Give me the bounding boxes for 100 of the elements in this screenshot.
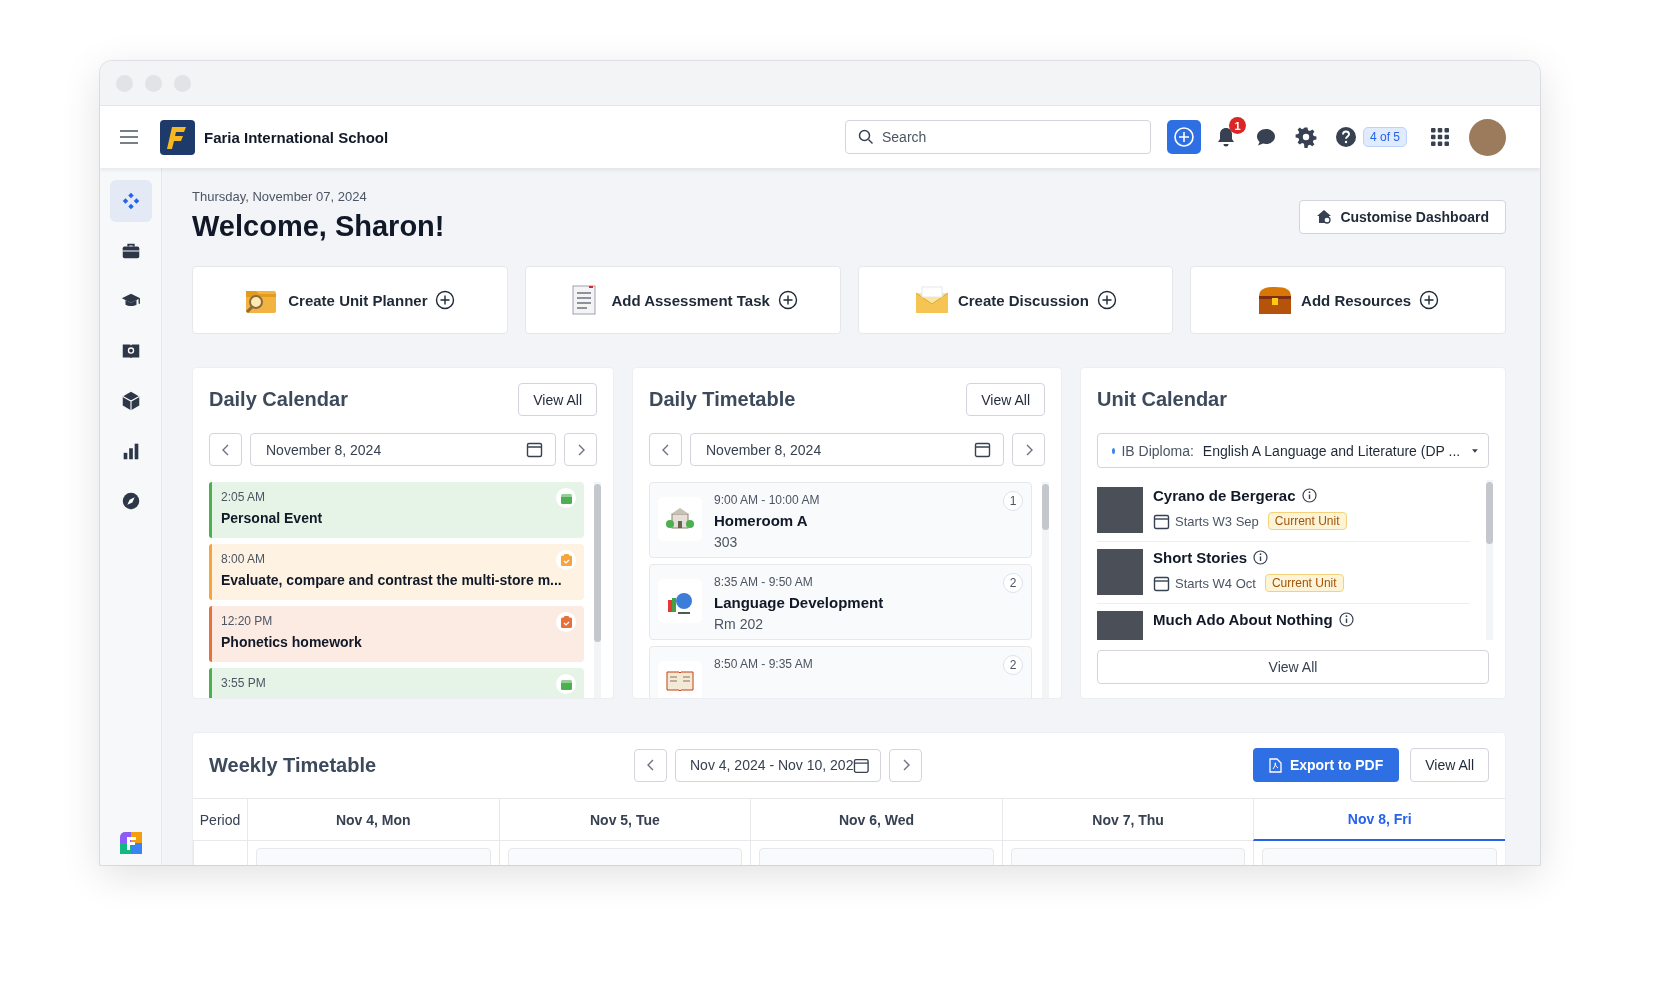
quick-action-card[interactable]: Add Assessment Task: [524, 266, 841, 334]
class-room: Rm 202: [714, 616, 765, 632]
event-time: 3:55 PM: [221, 676, 266, 690]
unit-item[interactable]: Cyrano de Bergerac Starts W3 Sep Current Unit: [1097, 480, 1470, 542]
column-header: Period: [193, 799, 247, 841]
date-range-field[interactable]: Nov 4, 2024 - Nov 10, 202: [675, 748, 881, 782]
calendar-icon: [526, 441, 543, 458]
quick-action-card[interactable]: Create Discussion: [857, 266, 1174, 334]
view-all-button[interactable]: View All: [1410, 748, 1489, 782]
column-header[interactable]: Nov 6, Wed: [750, 799, 1002, 841]
info-icon[interactable]: [1301, 488, 1317, 503]
course-dropdown[interactable]: IB Diploma: English A Language and Literature (DP ...: [1097, 433, 1489, 468]
chat-icon[interactable]: [1254, 126, 1277, 148]
school-logo-icon: [160, 119, 195, 155]
period-number: 2: [1003, 573, 1023, 593]
plus-circle-icon: [1172, 126, 1195, 148]
scrollbar[interactable]: [594, 482, 601, 698]
class-time: 8:50 AM - 9:35 AM: [714, 657, 813, 671]
date-field[interactable]: November 8, 2024: [250, 433, 556, 466]
help-progress-badge[interactable]: 4 of 5: [1362, 127, 1407, 147]
view-all-button[interactable]: View All: [966, 383, 1045, 416]
calendar-icon: [853, 756, 870, 774]
event-time: 12:20 PM: [221, 614, 273, 628]
unit-title: Cyrano de Bergerac: [1153, 487, 1296, 504]
class-time: 9:00 AM - 10:00 AM: [714, 493, 820, 507]
event-time: 2:05 AM: [221, 490, 266, 504]
quick-action-card[interactable]: Create Unit Planner: [192, 266, 508, 334]
search-field[interactable]: Search: [844, 120, 1151, 154]
calendar-icon: [560, 492, 572, 504]
calendar-icon: [974, 441, 991, 458]
panel-title: Unit Calendar: [1097, 388, 1228, 411]
app-logo-icon[interactable]: [119, 832, 142, 854]
add-circle-icon: [777, 290, 798, 310]
event-time: 8:00 AM: [221, 552, 266, 566]
calendar-event[interactable]: 3:55 PM: [209, 668, 584, 698]
period-number: 1: [1003, 491, 1023, 511]
column-header[interactable]: Nov 5, Tue: [498, 799, 751, 841]
school-name: Faria International School: [204, 128, 389, 146]
customise-dashboard-button[interactable]: Customise Dashboard: [1299, 200, 1506, 234]
event-title: Personal Event: [221, 510, 324, 526]
photo-placeholder: [1097, 487, 1143, 533]
date-value: November 8, 2024: [706, 441, 822, 458]
column-header[interactable]: Nov 8, Fri: [1253, 799, 1505, 841]
add-button[interactable]: [1166, 120, 1201, 154]
class-time: 8:35 AM - 9:50 AM: [714, 575, 814, 589]
info-icon[interactable]: [1253, 550, 1269, 565]
help-icon[interactable]: [1334, 126, 1357, 148]
panel-title: Daily Timetable: [649, 388, 796, 411]
scrollbar[interactable]: [1486, 480, 1493, 640]
unit-start: Starts W4 Oct: [1175, 575, 1256, 591]
calendar-icon: [1153, 574, 1170, 592]
class-name: Homeroom A: [714, 512, 809, 529]
calendar-icon: [1153, 512, 1170, 530]
notification-badge: 1: [1228, 117, 1246, 134]
column-header[interactable]: Nov 7, Thu: [1001, 799, 1254, 841]
caret-icon: [1472, 447, 1478, 454]
calendar-icon: [560, 678, 572, 690]
user-avatar[interactable]: [1469, 118, 1506, 156]
apps-grid-icon[interactable]: [1431, 128, 1449, 146]
view-all-button[interactable]: View All: [1097, 650, 1489, 684]
timetable-class[interactable]: 9:00 AM - 10:00 AM Homeroom A 303 1: [649, 482, 1032, 558]
calendar-event[interactable]: 2:05 AM Personal Event: [209, 482, 584, 538]
pdf-file-icon: [1268, 757, 1282, 773]
add-circle-icon: [1419, 290, 1440, 310]
view-all-button[interactable]: View All: [518, 383, 597, 416]
quick-action-card[interactable]: Add Resources: [1190, 266, 1506, 334]
date-field[interactable]: November 8, 2024: [690, 433, 1004, 466]
menu-icon[interactable]: [120, 130, 138, 144]
timetable-class[interactable]: 8:35 AM - 9:50 AM Language Development Rm 202 2: [649, 564, 1032, 640]
school-building-icon: [666, 506, 694, 532]
current-unit-tag: Current Unit: [1264, 574, 1344, 592]
unit-item[interactable]: Short Stories Starts W4 Oct Current Unit: [1097, 542, 1470, 604]
timetable-class[interactable]: 8:50 AM - 9:35 AM 2: [649, 646, 1032, 698]
welcome-heading: Welcome, Sharon!: [192, 210, 445, 243]
calendar-event[interactable]: 12:20 PM Phonetics homework: [209, 606, 584, 662]
settings-icon[interactable]: [1294, 126, 1317, 148]
panel-title: Weekly Timetable: [209, 753, 378, 777]
scrollbar[interactable]: [1042, 482, 1049, 698]
course-name: English A Language and Literature (DP ...: [1202, 442, 1461, 459]
unit-title: Short Stories: [1153, 549, 1248, 566]
date-value: November 8, 2024: [266, 441, 382, 458]
unit-title: Much Ado About Nothing: [1153, 611, 1333, 628]
column-header[interactable]: Nov 4, Mon: [247, 799, 499, 841]
class-room: 303: [714, 534, 739, 550]
add-circle-icon: [1096, 290, 1117, 310]
export-pdf-button[interactable]: Export to PDF: [1252, 748, 1400, 782]
current-date: Thursday, November 07, 2024: [192, 189, 368, 204]
info-icon[interactable]: [1338, 612, 1354, 627]
calendar-event[interactable]: 8:00 AM Evaluate, compare and contrast the multi-store m...: [209, 544, 584, 600]
clipboard-icon: [560, 616, 572, 628]
add-circle-icon: [435, 290, 456, 310]
photo-placeholder: [1097, 549, 1143, 595]
clipboard-icon: [560, 554, 572, 566]
date-range: Nov 4, 2024 - Nov 10, 202: [690, 757, 854, 773]
house-gear-icon: [1316, 209, 1333, 225]
panel-title: Daily Calendar: [209, 388, 348, 411]
unit-start: Starts W3 Sep: [1175, 513, 1259, 529]
event-title: Evaluate, compare and contrast the multi-store m...: [221, 572, 563, 588]
program-label: IB Diploma:: [1121, 442, 1194, 459]
period-number: 2: [1003, 655, 1023, 675]
